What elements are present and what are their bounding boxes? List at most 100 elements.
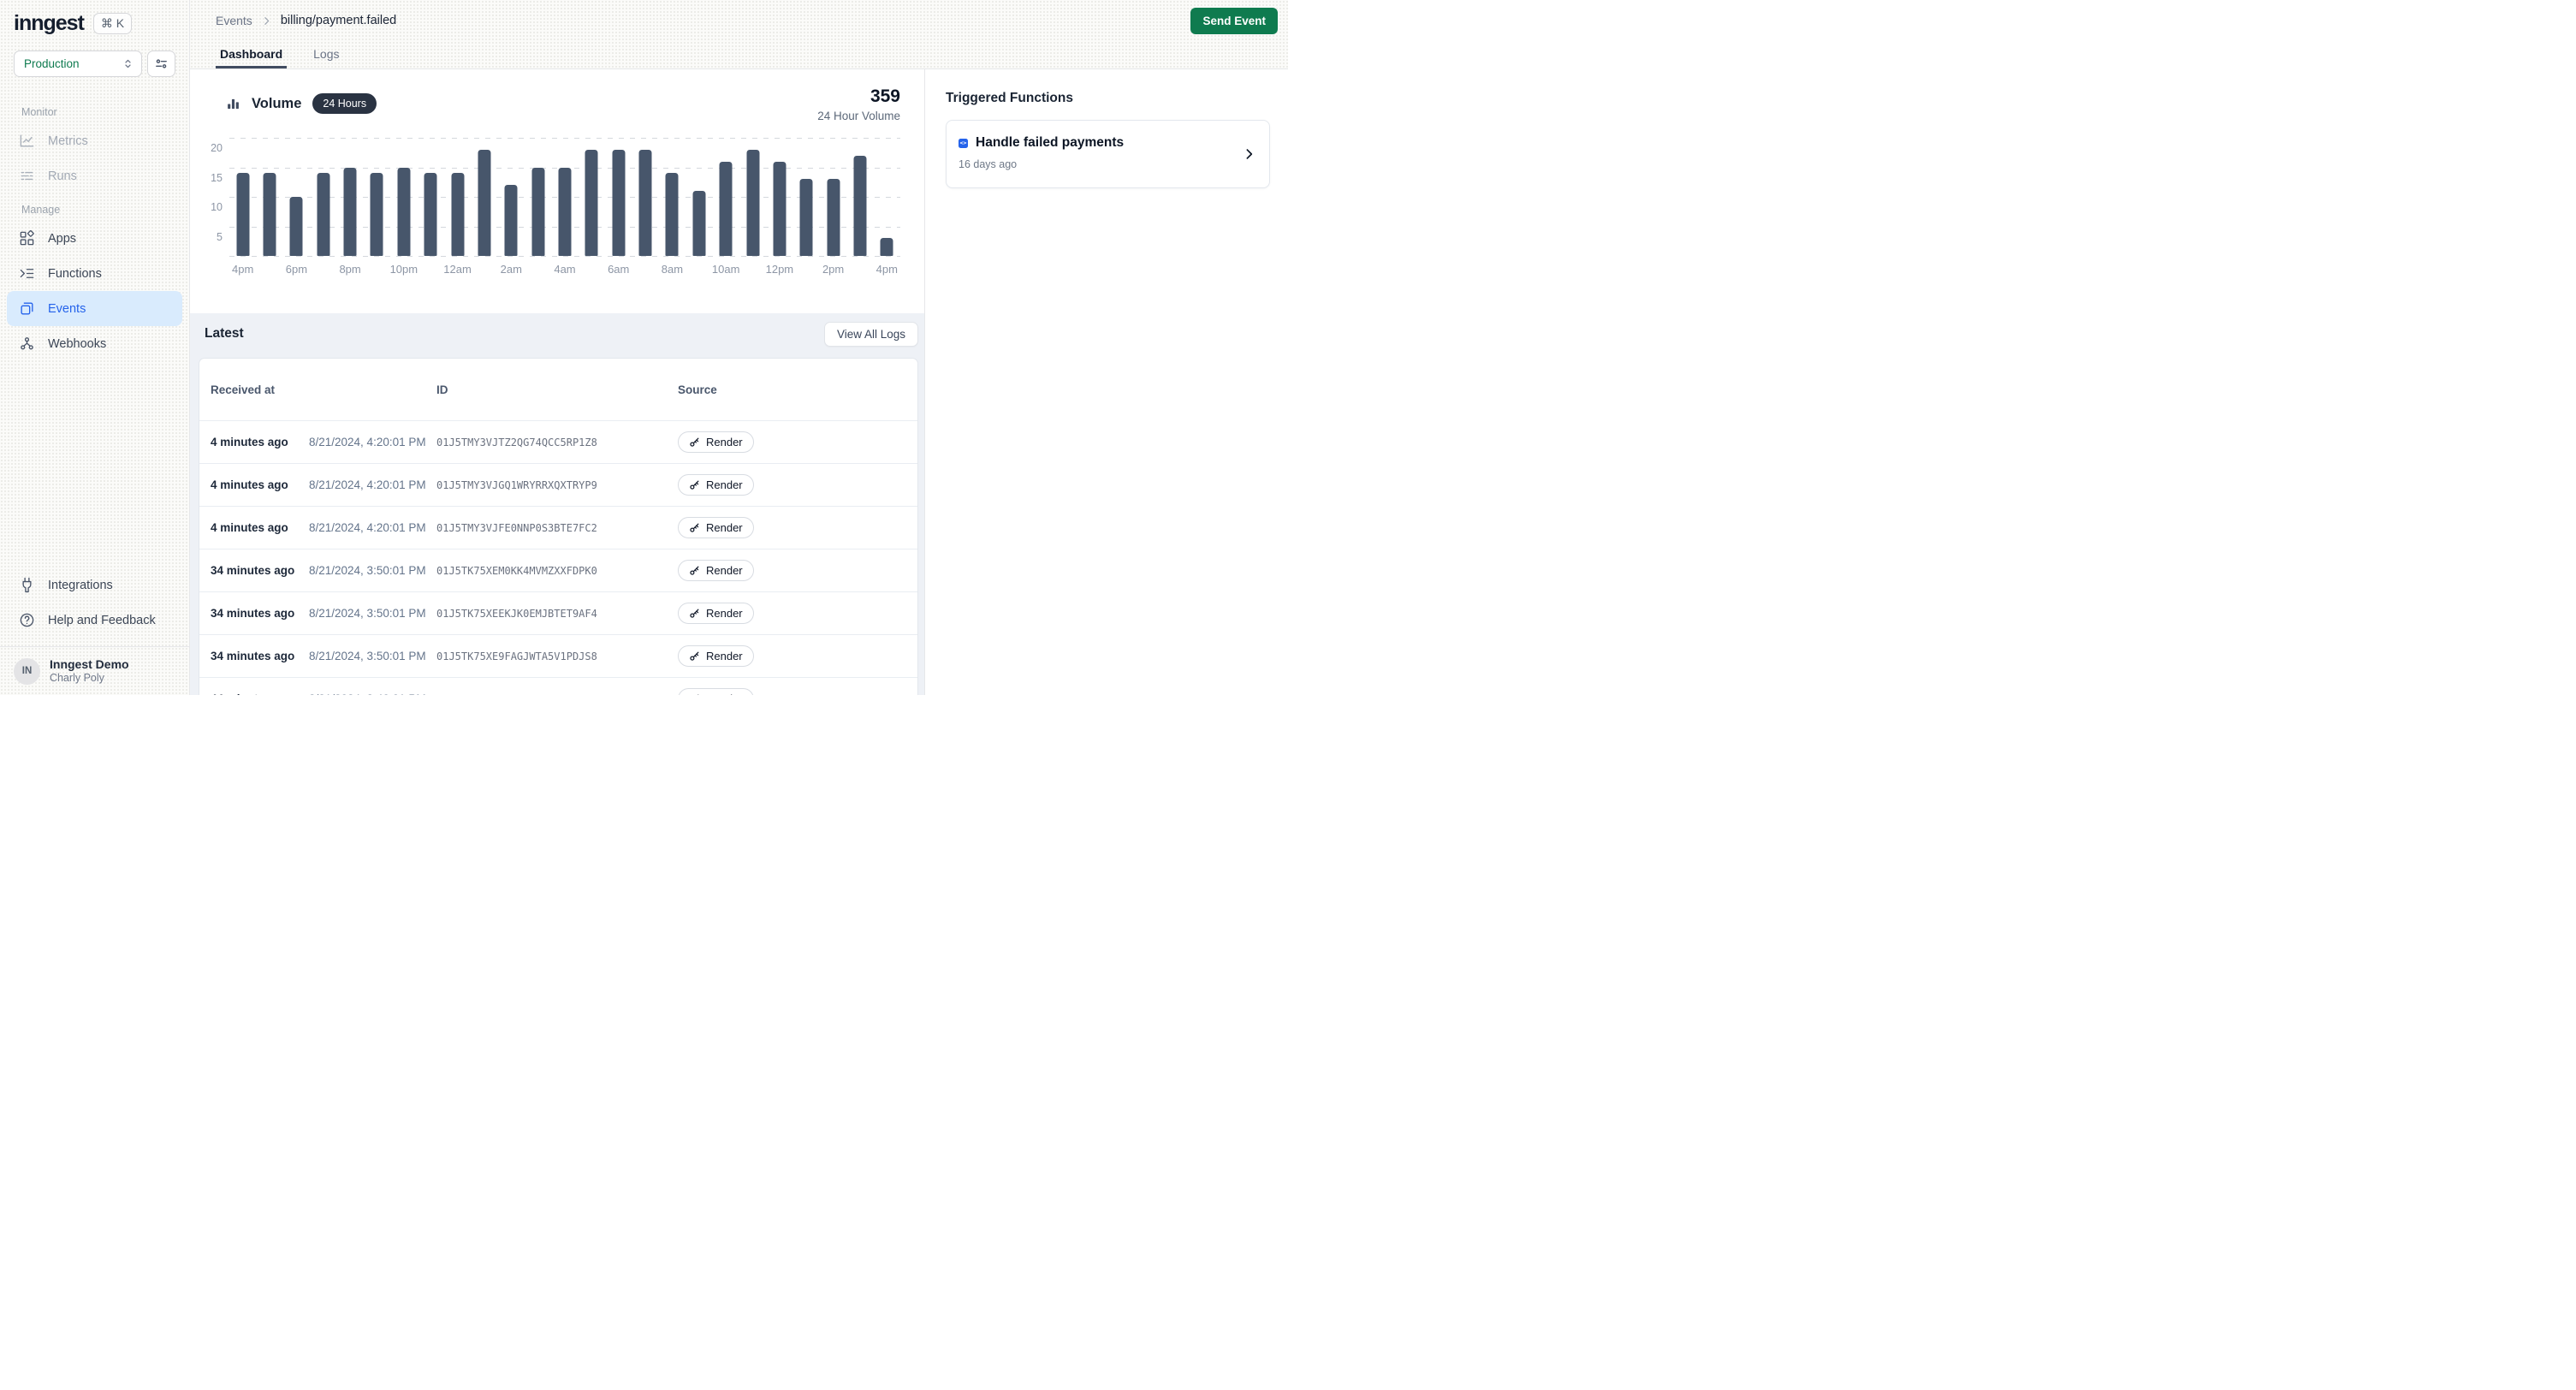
environment-label: Production — [24, 57, 80, 70]
events-table: Received atIDSource 4 minutes ago8/21/20… — [199, 358, 918, 695]
event-row[interactable]: 34 minutes ago8/21/2024, 3:50:01 PM01J5T… — [199, 634, 917, 677]
key-icon — [689, 565, 700, 576]
plug-icon — [19, 577, 35, 593]
sliders-icon — [154, 56, 169, 71]
x-axis-tick-label: 12pm — [754, 263, 805, 276]
sidebar-item-metrics[interactable]: Metrics — [7, 123, 182, 158]
volume-bar — [585, 150, 598, 256]
x-axis-tick-label: 8pm — [324, 263, 376, 276]
chevron-right-icon — [1242, 147, 1256, 162]
main-area: Events billing/payment.failed Send Event… — [190, 0, 1288, 695]
volume-bar — [612, 150, 625, 256]
view-all-logs-button[interactable]: View All Logs — [824, 322, 918, 347]
sidebar-item-integrations[interactable]: Integrations — [7, 567, 182, 603]
tab-logs[interactable]: Logs — [309, 41, 343, 68]
volume-bar — [827, 179, 840, 256]
command-icon: ⌘ K — [101, 16, 124, 31]
event-received-relative: 34 minutes ago — [211, 650, 309, 662]
event-received-timestamp: 8/21/2024, 4:20:01 PM — [309, 521, 436, 534]
sidebar-footer: IntegrationsHelp and Feedback IN Inngest… — [0, 567, 189, 695]
sidebar-item-runs[interactable]: Runs — [7, 158, 182, 193]
x-axis-tick-label: 10pm — [378, 263, 430, 276]
event-row[interactable]: 34 minutes ago8/21/2024, 3:50:01 PM01J5T… — [199, 549, 917, 591]
event-received-relative: 4 minutes ago — [211, 478, 309, 491]
volume-bar — [397, 168, 410, 257]
inngest-logo[interactable]: inngest — [14, 11, 84, 36]
event-dashboard-column: Volume 24 Hours 359 24 Hour Volume 51015… — [190, 69, 924, 695]
sidebar: inngest ⌘ K Production Monitor MetricsRun… — [0, 0, 190, 695]
source-badge: Render — [678, 474, 754, 496]
source-badge: Render — [678, 688, 754, 695]
source-badge: Render — [678, 645, 754, 667]
events-table-body: 4 minutes ago8/21/2024, 4:20:01 PM01J5TM… — [199, 420, 917, 695]
volume-bar — [853, 156, 866, 256]
user-name: Charly Poly — [50, 672, 129, 685]
volume-bar — [424, 173, 437, 256]
x-axis-tick-label: 8am — [646, 263, 697, 276]
event-id: 01J5TK75XEM0KK4MVMZXXFDPK0 — [436, 565, 678, 577]
volume-total: 359 — [817, 86, 900, 107]
triggered-function-name: Handle failed payments — [976, 135, 1124, 151]
event-received-timestamp: 8/21/2024, 3:50:01 PM — [309, 607, 436, 620]
key-icon — [689, 650, 700, 662]
sidebar-item-events[interactable]: Events — [7, 291, 182, 326]
event-received-timestamp: 8/21/2024, 3:40:01 PM — [309, 692, 436, 695]
volume-bar — [692, 191, 705, 256]
nav-section-monitor: Monitor MetricsRuns — [0, 106, 189, 193]
line-chart-icon — [19, 133, 35, 149]
triggered-function-card[interactable]: <> Handle failed payments 16 days ago — [946, 120, 1270, 188]
volume-title: Volume — [252, 96, 301, 112]
volume-bar — [451, 173, 464, 256]
triggered-functions-panel: Triggered Functions <> Handle failed pay… — [924, 69, 1288, 695]
sidebar-item-help-and-feedback[interactable]: Help and Feedback — [7, 603, 182, 638]
x-axis-tick-label: 2pm — [808, 263, 859, 276]
volume-bar — [236, 173, 249, 256]
sidebar-item-functions[interactable]: Functions — [7, 256, 182, 291]
breadcrumb-events-link[interactable]: Events — [216, 14, 252, 27]
triggered-function-time: 16 days ago — [959, 158, 1232, 170]
volume-bar — [559, 168, 572, 257]
volume-total-caption: 24 Hour Volume — [817, 110, 900, 122]
event-id: 01J5TK75XEEKJK0EMJBTET9AF4 — [436, 608, 678, 620]
top-strip: Events billing/payment.failed Send Event… — [190, 0, 1288, 69]
nav-section-label: Manage — [21, 204, 189, 216]
event-received-timestamp: 8/21/2024, 3:50:01 PM — [309, 564, 436, 577]
nav-section-label: Monitor — [21, 106, 189, 118]
logo-row: inngest ⌘ K — [0, 0, 189, 36]
events-table-header: Received atIDSource — [199, 359, 917, 420]
sidebar-item-webhooks[interactable]: Webhooks — [7, 326, 182, 361]
sidebar-nav: Monitor MetricsRuns Manage AppsFunctionsEve… — [0, 98, 189, 371]
volume-bar — [666, 173, 679, 256]
event-received-timestamp: 8/21/2024, 4:20:01 PM — [309, 478, 436, 491]
event-received-relative: 44 minutes ago — [211, 692, 309, 695]
runs-list-icon — [19, 168, 35, 184]
user-org: Inngest Demo — [50, 657, 129, 672]
event-row[interactable]: 34 minutes ago8/21/2024, 3:50:01 PM01J5T… — [199, 591, 917, 634]
event-id: 01J5TMY3VJGQ1WRYRRXQXTRYP9 — [436, 479, 678, 491]
user-menu[interactable]: IN Inngest Demo Charly Poly — [0, 654, 189, 692]
triggered-functions-title: Triggered Functions — [946, 91, 1270, 106]
event-row[interactable]: 4 minutes ago8/21/2024, 4:20:01 PM01J5TM… — [199, 420, 917, 463]
x-axis-tick-label: 2am — [485, 263, 537, 276]
volume-bar — [344, 168, 357, 257]
tab-dashboard[interactable]: Dashboard — [216, 41, 287, 68]
latest-title: Latest — [205, 326, 244, 342]
volume-bar — [639, 150, 652, 256]
x-axis-tick-label: 4pm — [861, 263, 912, 276]
event-row[interactable]: 4 minutes ago8/21/2024, 4:20:01 PM01J5TM… — [199, 463, 917, 506]
event-row[interactable]: 44 minutes ago8/21/2024, 3:40:01 PM01J5T… — [199, 677, 917, 695]
environment-settings-button[interactable] — [147, 50, 175, 77]
y-axis-tick-label: 5 — [197, 231, 223, 243]
chevrons-up-down-icon — [122, 57, 134, 70]
latest-section: Latest View All Logs Received atIDSource… — [190, 313, 924, 695]
key-icon — [689, 522, 700, 533]
environment-select[interactable]: Production — [14, 50, 142, 77]
send-event-button[interactable]: Send Event — [1190, 8, 1278, 34]
y-axis-tick-label: 15 — [197, 172, 223, 184]
source-badge: Render — [678, 603, 754, 624]
command-k-button[interactable]: ⌘ K — [93, 13, 132, 34]
sidebar-item-apps[interactable]: Apps — [7, 221, 182, 256]
event-row[interactable]: 4 minutes ago8/21/2024, 4:20:01 PM01J5TM… — [199, 506, 917, 549]
volume-bar — [531, 168, 544, 257]
x-axis-tick-label: 12am — [432, 263, 484, 276]
